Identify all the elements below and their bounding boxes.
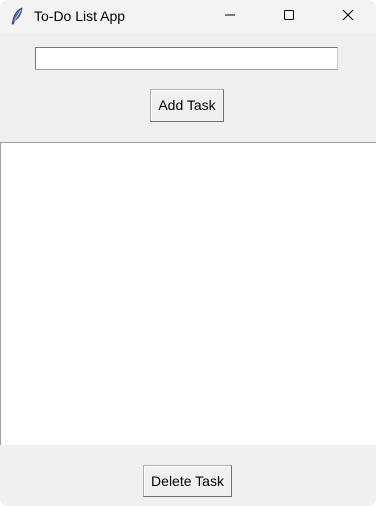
close-icon	[342, 8, 354, 26]
maximize-button[interactable]	[266, 0, 312, 33]
task-input[interactable]	[35, 47, 338, 70]
feather-icon	[8, 7, 26, 25]
close-button[interactable]	[325, 0, 371, 33]
maximize-icon	[283, 8, 295, 26]
minimize-icon	[224, 8, 236, 26]
add-task-button[interactable]: Add Task	[150, 89, 224, 122]
task-list[interactable]	[0, 142, 376, 445]
minimize-button[interactable]	[207, 0, 253, 33]
title-bar[interactable]: To-Do List App	[0, 0, 376, 33]
window-title: To-Do List App	[34, 8, 126, 24]
delete-task-button[interactable]: Delete Task	[143, 465, 232, 497]
app-window: To-Do List App Add Task Delete Task	[0, 0, 376, 506]
